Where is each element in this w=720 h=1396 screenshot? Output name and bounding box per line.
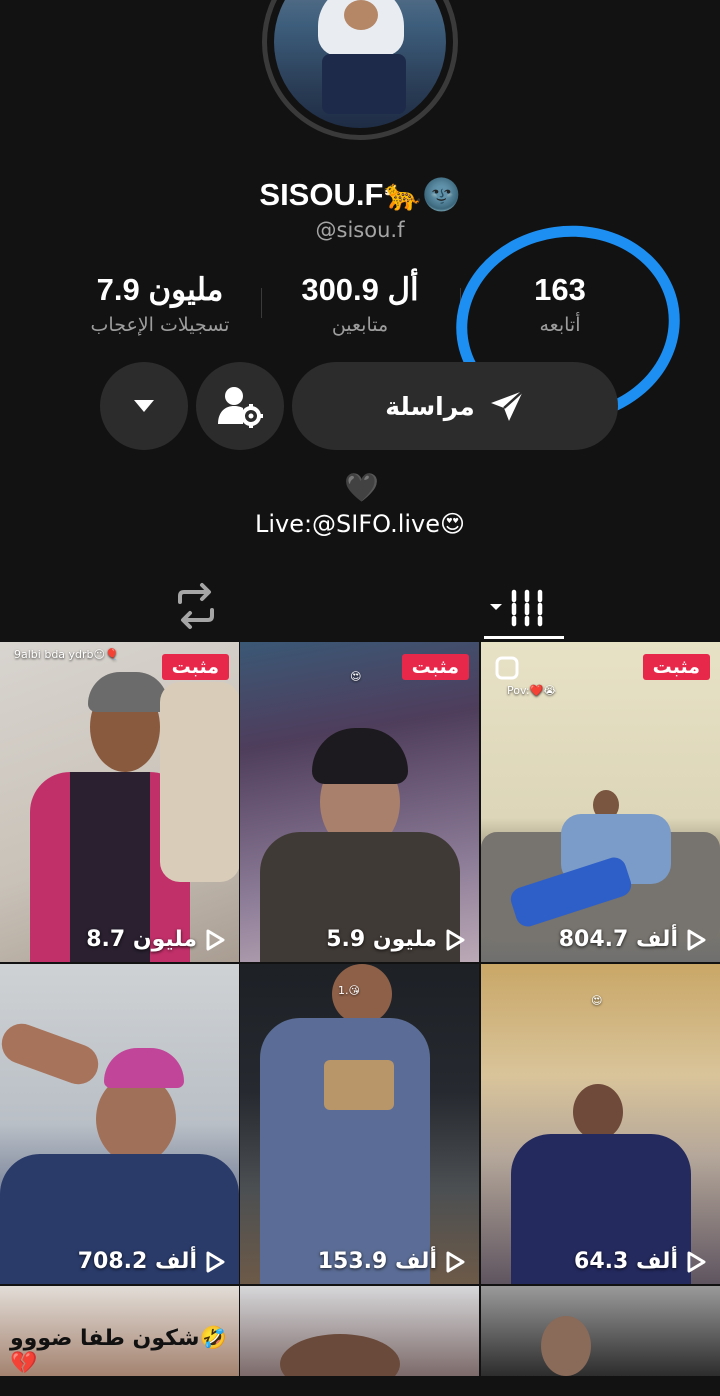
video-thumbnail-logo: [324, 1060, 394, 1110]
video-grid-icon: [490, 589, 543, 627]
video-thumbnail-cap: [88, 672, 168, 712]
video-caption: 😍: [350, 670, 362, 683]
play-icon: [206, 1251, 225, 1272]
avatar-figure-legs: [322, 54, 406, 114]
video-caption: 9albi bda ydrb😶🎈: [14, 648, 119, 661]
video-caption: 😍: [591, 994, 603, 1007]
video-caption: 1.😘: [338, 984, 360, 997]
video-thumbnail-turban: [312, 728, 408, 784]
video-views: 153.9 ألف: [318, 1249, 465, 1274]
multi-photo-icon: [495, 656, 519, 680]
video-view-count: 5.9 مليون: [326, 927, 437, 952]
message-button[interactable]: مراسلة: [292, 362, 618, 450]
video-thumbnail-cap: [280, 1334, 400, 1376]
pinned-badge: مثبت: [161, 654, 229, 680]
play-icon: [206, 929, 225, 950]
user-gear-icon: [218, 387, 263, 428]
more-dropdown-button[interactable]: [100, 362, 188, 450]
play-icon: [446, 1251, 465, 1272]
bio-heart-icon: 🖤: [344, 471, 379, 504]
pinned-badge: مثبت: [642, 654, 710, 680]
video-tile[interactable]: [481, 1286, 720, 1376]
video-thumbnail-figure: [541, 1316, 591, 1376]
video-tile[interactable]: 708.2 ألف: [0, 964, 239, 1284]
caret-down-icon: [134, 400, 154, 412]
play-icon: [446, 929, 465, 950]
profile-username: SISOU.F🐆🌚: [259, 177, 461, 212]
video-caption: شكون طفا ضووو🤣💔: [10, 1326, 227, 1376]
video-tile[interactable]: 9albi bda ydrb😶🎈 مثبت 8.7 مليون: [0, 642, 239, 962]
message-button-label: مراسلة: [385, 391, 475, 421]
tab-reposts[interactable]: [168, 580, 224, 632]
user-settings-button[interactable]: [196, 362, 284, 450]
video-thumbnail-figure: [573, 1084, 623, 1140]
video-views: 64.3 ألف: [574, 1249, 706, 1274]
video-view-count: 804.7 ألف: [558, 927, 678, 952]
profile-bio[interactable]: Live:@SIFO.live😍: [0, 510, 720, 538]
video-thumbnail-hand: [0, 1018, 104, 1090]
video-tile[interactable]: شكون طفا ضووو🤣💔: [0, 1286, 239, 1376]
avatar-figure-face: [344, 0, 378, 30]
video-tile[interactable]: 😍 مثبت 5.9 مليون: [240, 642, 479, 962]
video-views: 8.7 مليون: [86, 927, 225, 952]
video-tile[interactable]: 😍 64.3 ألف: [481, 964, 720, 1284]
video-views: 5.9 مليون: [326, 927, 465, 952]
stat-followers-label: متابعين: [331, 314, 389, 336]
stat-likes-label: تسجيلات الإعجاب: [90, 314, 230, 336]
send-icon: [490, 390, 524, 421]
video-views: 804.7 ألف: [559, 927, 706, 952]
pinned-badge: مثبت: [401, 654, 469, 680]
stat-likes-value: 7.9 مليون: [96, 272, 224, 307]
video-thumbnail-cap: [104, 1048, 184, 1088]
active-tab-indicator: [484, 636, 564, 639]
stat-likes[interactable]: 7.9 مليون تسجيلات الإعجاب: [60, 272, 260, 336]
video-thumbnail-arm: [160, 682, 239, 882]
profile-tabs: [0, 570, 720, 642]
repost-icon: [178, 583, 214, 629]
video-tile[interactable]: Pov:❤️😭 مثبت 804.7 ألف: [481, 642, 720, 962]
video-thumbnail-sweater: [260, 1018, 430, 1284]
video-view-count: 64.3 ألف: [574, 1249, 678, 1274]
video-view-count: 708.2 ألف: [77, 1249, 197, 1274]
stat-followers-value: 300.9 أل: [301, 272, 419, 307]
video-views: 708.2 ألف: [78, 1249, 225, 1274]
video-tile[interactable]: [240, 1286, 479, 1376]
play-icon: [687, 929, 706, 950]
stat-divider: [261, 288, 262, 318]
stat-followers[interactable]: 300.9 أل متابعين: [280, 272, 440, 336]
video-tile[interactable]: 1.😘 153.9 ألف: [240, 964, 479, 1284]
video-view-count: 8.7 مليون: [86, 927, 197, 952]
play-icon: [687, 1251, 706, 1272]
video-view-count: 153.9 ألف: [317, 1249, 437, 1274]
tab-videos[interactable]: [480, 580, 570, 632]
video-caption: Pov:❤️😭: [507, 684, 557, 697]
